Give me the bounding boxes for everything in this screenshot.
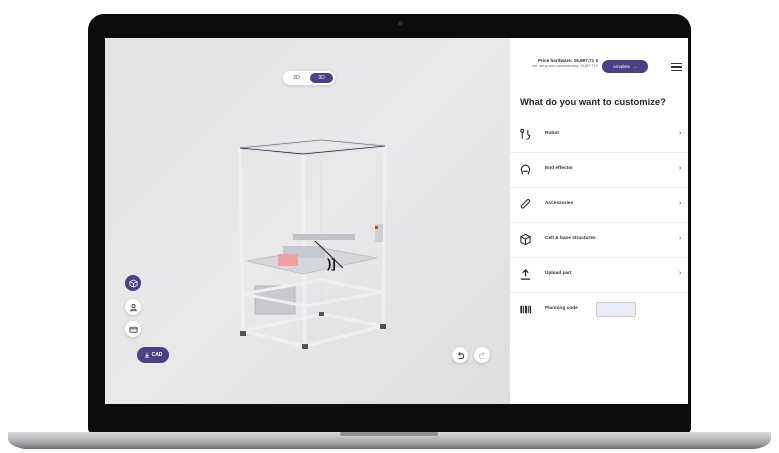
price-hardware: Price hardware: 15,697.71 € bbox=[537, 58, 598, 63]
complete-label: complete bbox=[612, 64, 630, 69]
cube-view-icon[interactable] bbox=[125, 275, 141, 291]
chevron-right-icon: › bbox=[679, 270, 682, 277]
chevron-right-icon: › bbox=[679, 200, 682, 207]
menu-item-label: Accessories bbox=[545, 201, 574, 206]
cad-label: CAD bbox=[151, 352, 163, 358]
upload-icon bbox=[519, 268, 532, 281]
undo-icon[interactable] bbox=[452, 347, 468, 363]
user-icon[interactable] bbox=[125, 299, 141, 315]
panel-title: What do you want to customize? bbox=[520, 96, 666, 107]
menu-item-accessories[interactable]: Accessories › bbox=[510, 188, 688, 223]
download-icon bbox=[144, 352, 149, 358]
svg-text:)]: )] bbox=[327, 256, 336, 271]
chevron-right-icon: › bbox=[679, 235, 682, 242]
robot-arm-icon bbox=[519, 128, 532, 141]
chevron-right-icon: › bbox=[679, 130, 682, 137]
customize-panel: Price hardware: 15,697.71 € incl. set up… bbox=[510, 38, 688, 404]
price-with-setup: incl. set up and commissioning: 15,697.7… bbox=[532, 64, 598, 68]
gripper-icon bbox=[519, 163, 532, 176]
card-icon[interactable] bbox=[125, 321, 141, 337]
planning-code-label: Planning code bbox=[545, 306, 578, 311]
view-2d-option[interactable]: 2D bbox=[285, 73, 308, 83]
menu-item-label: Robot bbox=[545, 131, 559, 136]
3d-viewport[interactable]: 2D 3D )] CAD bbox=[105, 38, 510, 404]
menu-item-cell-base[interactable]: Cell & base structures › bbox=[510, 223, 688, 258]
view-mode-toggle[interactable]: 2D 3D bbox=[283, 71, 335, 85]
view-3d-option[interactable]: 3D bbox=[310, 73, 333, 83]
menu-item-label: Upload part bbox=[545, 271, 572, 276]
menu-item-label: Cell & base structures bbox=[545, 236, 596, 241]
menu-item-end-effector[interactable]: End effector › bbox=[510, 153, 688, 188]
redo-icon[interactable] bbox=[474, 347, 490, 363]
menu-item-robot[interactable]: Robot › bbox=[510, 118, 688, 153]
menu-item-upload-part[interactable]: Upload part › bbox=[510, 258, 688, 293]
laptop-base bbox=[8, 432, 771, 449]
planning-code-row: Planning code bbox=[510, 293, 688, 327]
barcode-icon bbox=[519, 303, 532, 316]
app-screen: 2D 3D )] CAD Price hardware: 15,697.71 €… bbox=[105, 38, 688, 404]
menu-item-label: End effector bbox=[545, 166, 573, 171]
cube-icon bbox=[519, 233, 532, 246]
paperclip-icon bbox=[519, 198, 532, 211]
complete-button[interactable]: complete → bbox=[602, 60, 648, 73]
webcam bbox=[398, 21, 403, 26]
robot-cell-model: )] bbox=[238, 138, 387, 349]
cad-download-button[interactable]: CAD bbox=[137, 347, 169, 363]
menu-icon[interactable] bbox=[671, 63, 682, 71]
arrow-right-icon: → bbox=[632, 64, 638, 69]
price-summary: Price hardware: 15,697.71 € incl. set up… bbox=[518, 58, 598, 68]
planning-code-input[interactable] bbox=[596, 302, 636, 317]
chevron-right-icon: › bbox=[679, 165, 682, 172]
